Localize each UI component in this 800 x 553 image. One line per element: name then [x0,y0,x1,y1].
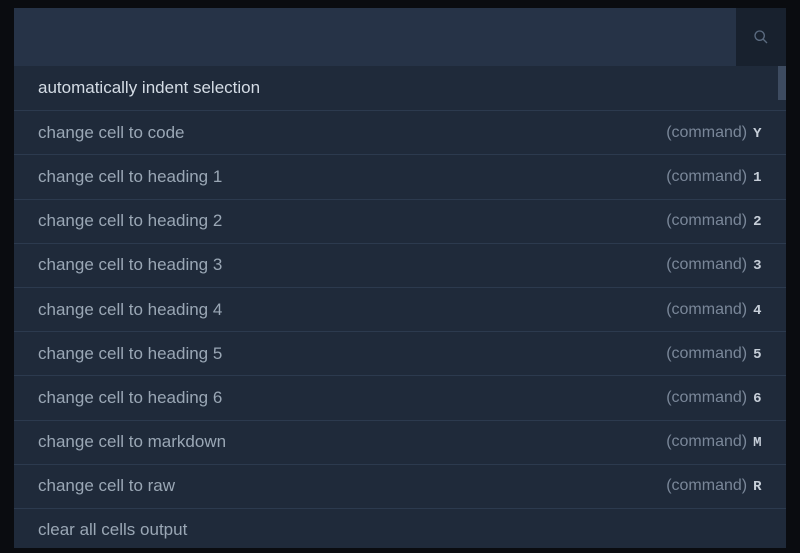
search-row [14,8,786,66]
command-label: change cell to raw [38,476,666,496]
command-label: change cell to heading 3 [38,255,666,275]
scrollbar-thumb[interactable] [778,66,786,100]
command-label: clear all cells output [38,520,756,540]
command-shortcut: (command) 1 [666,168,762,186]
command-shortcut: (command) 5 [666,345,762,363]
command-palette: automatically indent selection change ce… [14,8,786,548]
shortcut-mode: (command) [666,168,747,186]
command-item[interactable]: change cell to raw (command) R [14,464,786,508]
command-label: change cell to heading 5 [38,344,666,364]
search-icon [753,29,769,45]
shortcut-key: Y [753,126,762,142]
command-item[interactable]: clear all cells output [14,508,786,548]
command-label: automatically indent selection [38,78,756,98]
command-list: automatically indent selection change ce… [14,66,786,548]
command-item[interactable]: change cell to heading 2 (command) 2 [14,199,786,243]
command-item[interactable]: change cell to markdown (command) M [14,420,786,464]
command-label: change cell to heading 6 [38,388,666,408]
command-item[interactable]: change cell to heading 3 (command) 3 [14,243,786,287]
shortcut-mode: (command) [666,256,747,274]
shortcut-mode: (command) [666,212,747,230]
command-item[interactable]: change cell to heading 6 (command) 6 [14,375,786,419]
command-list-wrap: automatically indent selection change ce… [14,66,786,548]
command-item[interactable]: change cell to heading 4 (command) 4 [14,287,786,331]
shortcut-key: 5 [753,347,762,363]
command-shortcut: (command) R [666,477,762,495]
shortcut-key: R [753,479,762,495]
shortcut-key: M [753,435,762,451]
command-label: change cell to heading 1 [38,167,666,187]
shortcut-mode: (command) [666,477,747,495]
command-label: change cell to markdown [38,432,666,452]
command-item[interactable]: change cell to heading 5 (command) 5 [14,331,786,375]
command-item[interactable]: automatically indent selection [14,66,786,110]
command-shortcut: (command) 4 [666,301,762,319]
command-shortcut: (command) Y [666,124,762,142]
search-button[interactable] [736,8,786,66]
shortcut-key: 1 [753,170,762,186]
shortcut-key: 3 [753,258,762,274]
command-shortcut: (command) 2 [666,212,762,230]
shortcut-key: 6 [753,391,762,407]
command-label: change cell to heading 2 [38,211,666,231]
command-item[interactable]: change cell to heading 1 (command) 1 [14,154,786,198]
command-label: change cell to code [38,123,666,143]
search-input[interactable] [14,8,736,66]
shortcut-mode: (command) [666,345,747,363]
command-shortcut: (command) 6 [666,389,762,407]
shortcut-mode: (command) [666,301,747,319]
command-shortcut: (command) 3 [666,256,762,274]
shortcut-key: 4 [753,303,762,319]
command-shortcut: (command) M [666,433,762,451]
shortcut-key: 2 [753,214,762,230]
shortcut-mode: (command) [666,124,747,142]
command-item[interactable]: change cell to code (command) Y [14,110,786,154]
shortcut-mode: (command) [666,389,747,407]
shortcut-mode: (command) [666,433,747,451]
command-label: change cell to heading 4 [38,300,666,320]
